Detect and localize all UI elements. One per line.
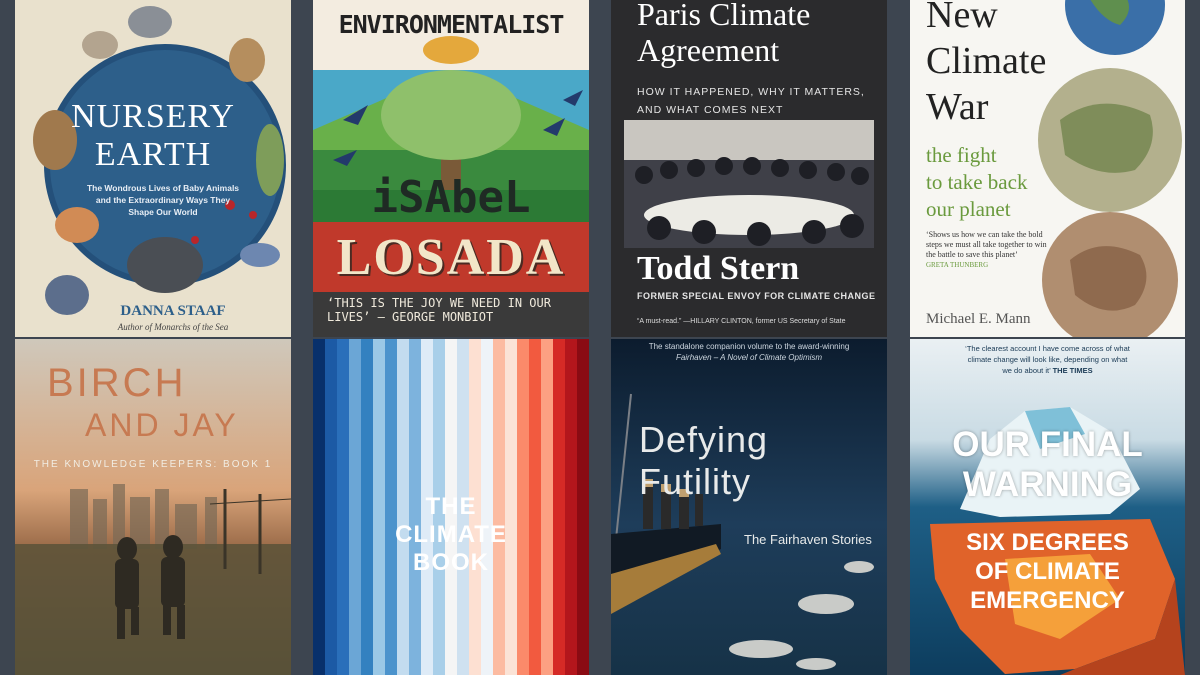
title-line-2: Agreement — [637, 32, 780, 68]
title-line-1: BIRCH — [47, 361, 187, 405]
title-line-3: War — [926, 86, 989, 128]
book-quote: ‘The clearest account I have come across… — [910, 343, 1185, 376]
book-title: Paris Climate Agreement — [637, 0, 810, 68]
subtitle-line-1: HOW IT HAPPENED, WHY IT MATTERS, — [637, 86, 865, 98]
book-cover-paris-climate-agreement[interactable]: Paris Climate Agreement HOW IT HAPPENED,… — [611, 0, 887, 337]
subtitle-line-2: to take back — [926, 170, 1028, 194]
ship-illustration — [611, 393, 874, 670]
title-line-3: BOOK — [413, 549, 489, 576]
book-subtitle: the fight to take back our planet — [926, 142, 1027, 223]
book-subtitle: The Fairhaven Stories — [744, 532, 872, 547]
subtitle-line-1: the fight — [926, 143, 997, 167]
book-cover-nursery-earth[interactable]: NURSERY EARTH The Wondrous Lives of Baby… — [15, 0, 291, 337]
book-cover-defying-futility[interactable]: The standalone companion volume to the a… — [611, 339, 887, 675]
book-quote: ‘This is the joy we need in our lives’ —… — [327, 296, 551, 324]
title-line-2: Climate — [926, 40, 1047, 82]
title-line-2: CLIMATE — [395, 521, 507, 548]
book-author: Michael E. Mann — [926, 311, 1031, 327]
book-series: THE KNOWLEDGE KEEPERS: BOOK 1 — [33, 459, 273, 470]
book-blurb: ‘Shows us how we can take the bold steps… — [926, 230, 1047, 259]
book-cover-birch-and-jay[interactable]: BIRCH AND JAY THE KNOWLEDGE KEEPERS: BOO… — [15, 339, 291, 675]
subtitle-line-3: EMERGENCY — [970, 587, 1125, 614]
title-line-2: AND JAY — [85, 407, 239, 443]
title-line-1: New — [926, 0, 998, 36]
title-line-1: OUR FINAL — [952, 425, 1143, 464]
book-author: Todd Stern — [637, 250, 800, 287]
book-title: Defying Futility — [639, 419, 769, 502]
author-first-name: iSAbeL — [371, 172, 531, 223]
book-title: OUR FINAL WARNING — [910, 425, 1185, 505]
quote-line-2: climate change will look like, depending… — [967, 355, 1128, 364]
book-subtitle: HOW IT HAPPENED, WHY IT MATTERS, AND WHA… — [637, 83, 865, 119]
title-line-1: Paris Climate — [637, 0, 811, 32]
book-author: DANNA STAAF — [120, 303, 226, 319]
title-line-1: THE — [425, 493, 477, 520]
globes-illustration — [1038, 0, 1182, 337]
negotiation-photo — [624, 120, 874, 248]
companion-note: The standalone companion volume to the a… — [611, 341, 887, 363]
subtitle-line-2: OF CLIMATE — [975, 558, 1120, 585]
companion-note-line-2: Fairhaven – A Novel of Climate Optimism — [675, 353, 823, 362]
subtitle-line-2: AND WHAT COMES NEXT — [637, 104, 784, 116]
book-subtitle: The Wondrous Lives of Baby Animals and t… — [86, 183, 240, 217]
book-cover-environmentalist[interactable]: ENVIRONMENTALIST iSAbeL LOSADA ‘This is … — [313, 0, 589, 337]
author-note: Author of Monarchs of the Sea — [117, 322, 229, 332]
blurb-source: GRETA THUNBERG — [926, 261, 989, 269]
quote-line-3: we do about it’ — [1002, 366, 1051, 375]
subtitle-line-1: SIX DEGREES — [966, 529, 1129, 556]
subtitle-line-3: our planet — [926, 197, 1011, 221]
book-cover-new-climate-war[interactable]: New Climate War the fight to take back o… — [910, 0, 1185, 337]
companion-note-line-1: The standalone companion volume to the a… — [648, 342, 850, 351]
iceberg-illustration — [930, 407, 1185, 675]
title-line-2: WARNING — [962, 465, 1133, 504]
author-role: FORMER SPECIAL ENVOY FOR CLIMATE CHANGE — [637, 291, 876, 301]
quote-source: THE TIMES — [1052, 366, 1093, 375]
book-title: THE CLIMATE BOOK — [313, 493, 589, 577]
book-title: New Climate War — [926, 0, 1046, 130]
quote-line-1: ‘The clearest account I have come across… — [965, 344, 1130, 353]
book-blurb: “A must-read.” —HILLARY CLINTON, former … — [637, 318, 846, 325]
book-title: NURSERY EARTH — [35, 98, 271, 174]
book-subtitle: SIX DEGREES OF CLIMATE EMERGENCY — [910, 528, 1185, 615]
title-line-1: NURSERY — [71, 98, 235, 135]
book-cover-the-climate-book[interactable]: THE CLIMATE BOOK — [313, 339, 589, 675]
author-last-name: LOSADA — [336, 229, 566, 286]
book-cover-our-final-warning[interactable]: ‘The clearest account I have come across… — [910, 339, 1185, 675]
title-line-2: EARTH — [94, 136, 212, 173]
book-title: ENVIRONMENTALIST — [338, 10, 565, 39]
